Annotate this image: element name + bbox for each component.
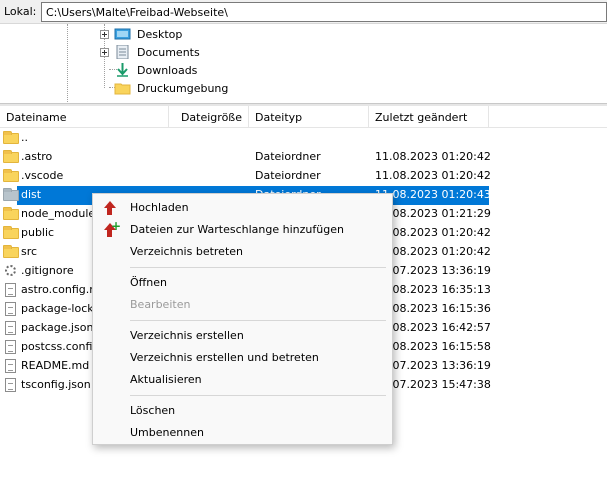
file-modified: 11.08.2023 01:20:42 — [375, 150, 491, 163]
tree-item-desktop[interactable]: Desktop — [100, 25, 182, 43]
desktop-folder-icon — [114, 27, 131, 41]
menu-item-edit: Bearbeiten — [93, 294, 392, 316]
menu-separator — [130, 267, 386, 268]
local-path-bar: Lokal: C:\Users\Malte\Freibad-Webseite\ — [0, 0, 607, 24]
documents-folder-icon — [114, 44, 131, 60]
folder-icon — [3, 131, 19, 145]
local-path-input[interactable]: C:\Users\Malte\Freibad-Webseite\ — [41, 2, 607, 22]
menu-item-label: Verzeichnis betreten — [130, 245, 243, 258]
file-name: .. — [21, 131, 28, 144]
file-name: .astro — [21, 150, 53, 163]
menu-item-create-directory[interactable]: Verzeichnis erstellen — [93, 325, 392, 347]
tree-item-label: Desktop — [137, 27, 183, 41]
folder-icon — [114, 81, 131, 95]
add-to-queue-icon: + — [103, 220, 121, 237]
tree-item-label: Documents — [137, 45, 200, 59]
gear-file-icon — [3, 264, 19, 278]
tree-item-label: Downloads — [137, 63, 198, 77]
menu-item-label: Aktualisieren — [130, 373, 202, 386]
column-header-modified[interactable]: Zuletzt geändert — [369, 106, 489, 128]
file-name: public — [21, 226, 55, 239]
file-name: tsconfig.json — [21, 378, 91, 391]
file-icon — [3, 340, 19, 354]
file-name: .gitignore — [21, 264, 74, 277]
column-header-size[interactable]: Dateigröße — [169, 106, 249, 128]
menu-item-label: Dateien zur Warteschlange hinzufügen — [130, 223, 344, 236]
column-header-name[interactable]: Dateiname — [0, 106, 169, 128]
folder-icon — [3, 226, 19, 240]
menu-item-rename[interactable]: Umbenennen — [93, 422, 392, 444]
file-icon — [3, 283, 19, 297]
menu-separator — [130, 320, 386, 321]
menu-item-add-to-queue[interactable]: + Dateien zur Warteschlange hinzufügen — [93, 219, 392, 241]
tree-item-documents[interactable]: Documents — [100, 43, 200, 61]
menu-separator — [130, 395, 386, 396]
file-name: src — [21, 245, 38, 258]
tree-guide-line — [67, 24, 68, 104]
menu-item-enter-directory[interactable]: Verzeichnis betreten — [93, 241, 392, 263]
menu-item-refresh[interactable]: Aktualisieren — [93, 369, 392, 391]
menu-item-label: Öffnen — [130, 276, 167, 289]
local-directory-tree: Desktop Documents Downloads Druckumgebun… — [0, 24, 607, 104]
file-list-header: Dateiname Dateigröße Dateityp Zuletzt ge… — [0, 106, 607, 128]
folder-icon — [3, 169, 19, 183]
file-icon — [3, 359, 19, 373]
menu-item-delete[interactable]: Löschen — [93, 400, 392, 422]
folder-icon — [3, 150, 19, 164]
menu-item-label: Bearbeiten — [130, 298, 191, 311]
expand-icon[interactable] — [100, 47, 109, 57]
tree-item-label: Druckumgebung — [137, 81, 229, 95]
folder-icon — [3, 207, 19, 221]
menu-item-label: Verzeichnis erstellen und betreten — [130, 351, 319, 364]
expand-icon[interactable] — [100, 29, 109, 39]
list-item[interactable]: .astro Dateiordner 11.08.2023 01:20:42 — [0, 148, 607, 167]
menu-item-label: Verzeichnis erstellen — [130, 329, 244, 342]
tree-item-downloads[interactable]: Downloads — [100, 61, 197, 79]
local-path-label: Lokal: — [4, 5, 37, 18]
file-name: node_modules — [21, 207, 101, 220]
file-name: package.json — [21, 321, 94, 334]
menu-item-create-and-enter-directory[interactable]: Verzeichnis erstellen und betreten — [93, 347, 392, 369]
menu-item-open[interactable]: Öffnen — [93, 272, 392, 294]
menu-item-label: Umbenennen — [130, 426, 204, 439]
tree-item-druckumgebung[interactable]: Druckumgebung — [100, 79, 228, 97]
folder-icon — [3, 188, 19, 202]
file-modified: 11.08.2023 01:20:42 — [375, 169, 491, 182]
list-item[interactable]: .. — [0, 129, 607, 148]
menu-item-label: Löschen — [130, 404, 176, 417]
file-name: .vscode — [21, 169, 64, 182]
file-name: README.md — [21, 359, 90, 372]
file-name: dist — [21, 188, 42, 201]
file-icon — [3, 378, 19, 392]
list-item[interactable]: .vscode Dateiordner 11.08.2023 01:20:42 — [0, 167, 607, 186]
upload-icon — [103, 201, 117, 215]
column-header-type[interactable]: Dateityp — [249, 106, 369, 128]
context-menu: Hochladen + Dateien zur Warteschlange hi… — [92, 193, 393, 445]
file-type: Dateiordner — [255, 169, 321, 182]
downloads-icon — [114, 63, 131, 77]
file-type: Dateiordner — [255, 150, 321, 163]
file-icon — [3, 302, 19, 316]
menu-item-upload[interactable]: Hochladen — [93, 197, 392, 219]
menu-item-label: Hochladen — [130, 201, 189, 214]
folder-icon — [3, 245, 19, 259]
file-icon — [3, 321, 19, 335]
